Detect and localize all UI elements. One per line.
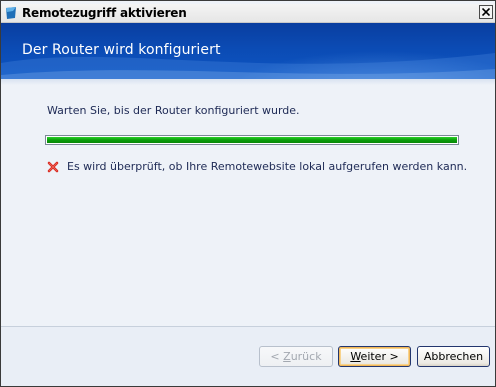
next-label-suffix: eiter >: [360, 350, 399, 363]
wait-message: Warten Sie, bis der Router konfiguriert …: [47, 104, 300, 117]
button-bar: < Zurück Weiter > Abbrechen: [1, 326, 495, 386]
error-x-icon: [47, 161, 59, 173]
progress-fill: [47, 137, 457, 143]
close-icon: [482, 8, 490, 16]
back-label-mnemonic: Z: [283, 350, 291, 363]
back-button[interactable]: < Zurück: [259, 346, 333, 367]
back-label-prefix: <: [270, 350, 284, 363]
close-button[interactable]: [479, 5, 493, 19]
header-banner: Der Router wird konfiguriert: [1, 23, 495, 79]
app-icon: [6, 7, 16, 19]
next-label-mnemonic: W: [350, 350, 361, 363]
progress-bar: [45, 135, 459, 145]
check-status-text: Es wird überprüft, ob Ihre Remotewebsite…: [67, 160, 468, 173]
cancel-button[interactable]: Abbrechen: [417, 346, 490, 367]
title-bar[interactable]: Remotezugriff aktivieren: [1, 4, 495, 23]
wizard-content: Warten Sie, bis der Router konfiguriert …: [1, 85, 495, 325]
back-label-suffix: urück: [290, 350, 322, 363]
wizard-window: Remotezugriff aktivieren Der Router wird…: [0, 0, 496, 387]
next-button[interactable]: Weiter >: [338, 346, 411, 367]
step-title: Der Router wird konfiguriert: [22, 42, 221, 58]
window-title: Remotezugriff aktivieren: [22, 6, 187, 20]
